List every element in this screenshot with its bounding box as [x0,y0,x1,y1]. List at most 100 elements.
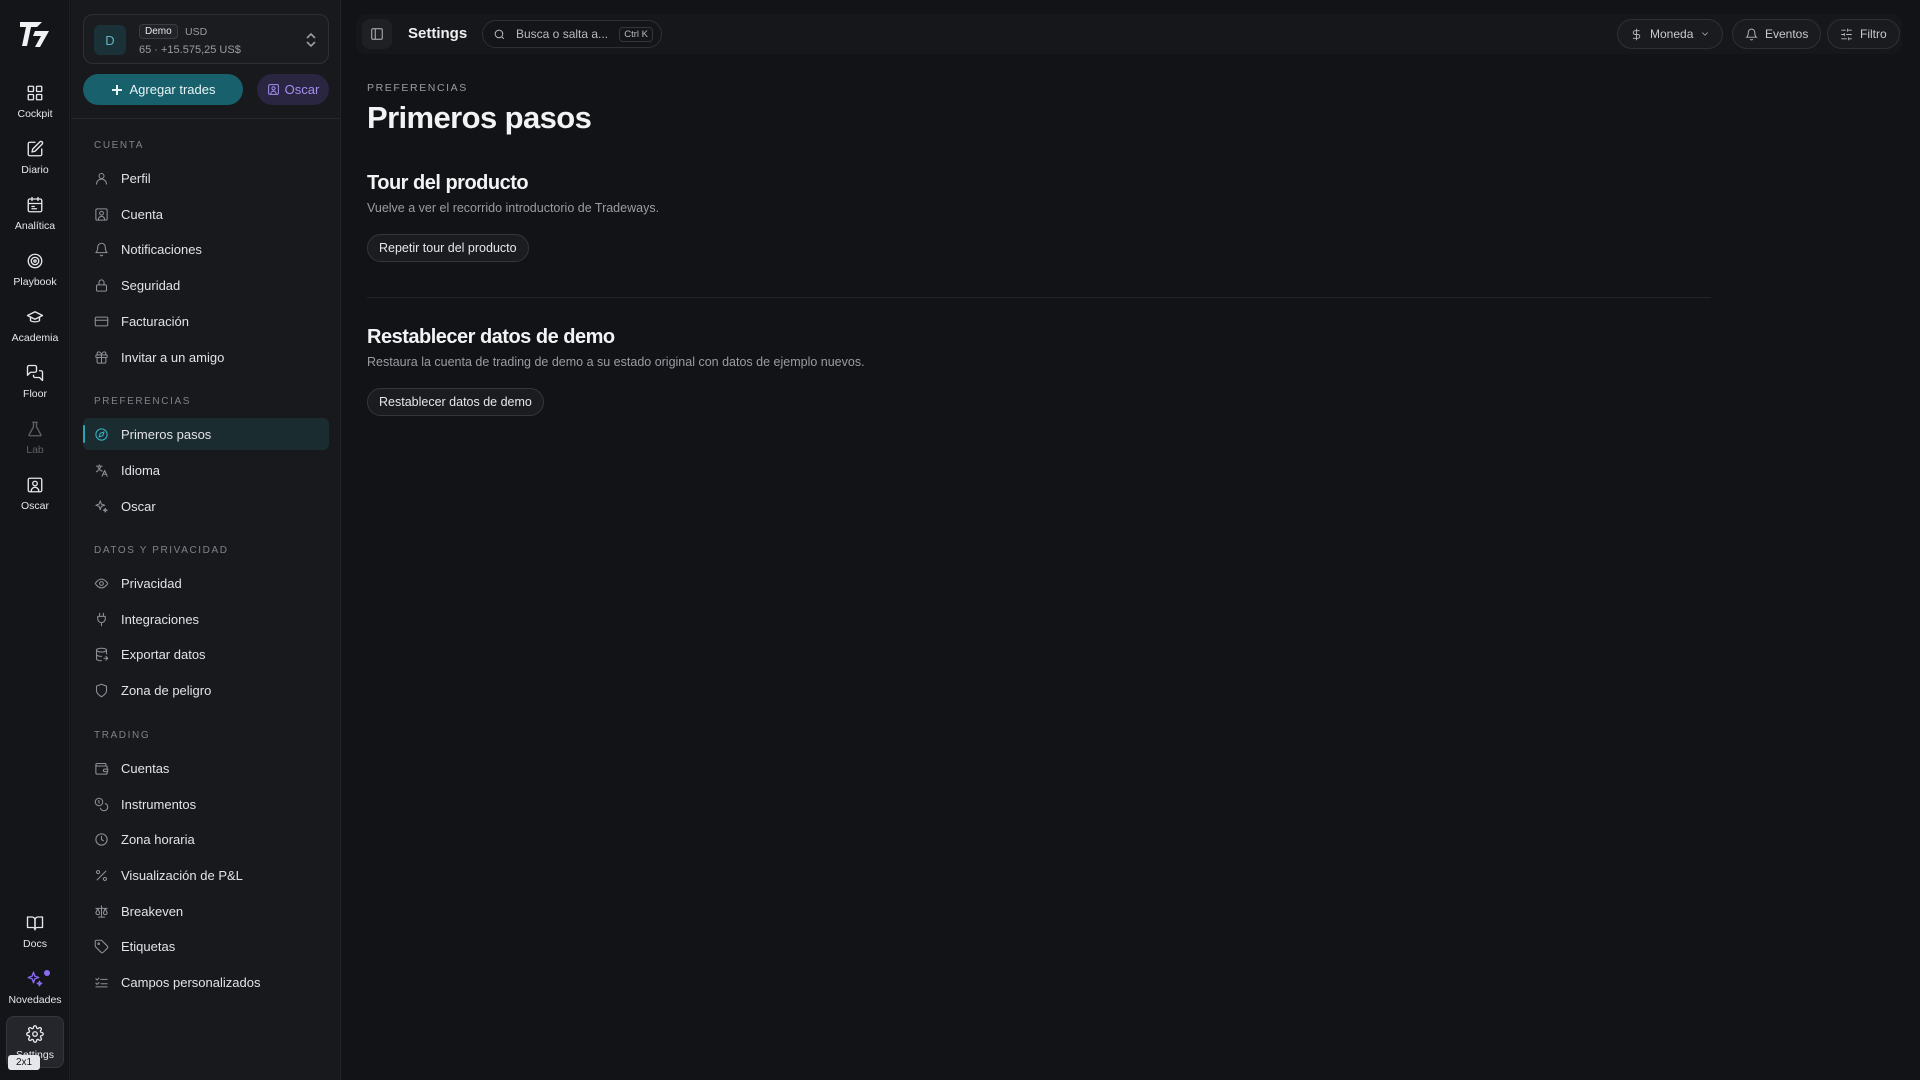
nav-zona-peligro[interactable]: Zona de peligro [83,674,329,706]
currency-dropdown[interactable]: Moneda [1617,19,1724,49]
rail-analitica[interactable]: Analítica [6,188,64,240]
flask-icon [28,421,42,437]
scale-icon [95,904,108,918]
account-summary: 65 · +15.575,25 US$ [139,44,241,56]
nav-instrumentos[interactable]: Instrumentos [83,788,329,820]
nav-idioma[interactable]: Idioma [83,454,329,486]
section-title-datos-privacidad: DATOS Y PRIVACIDAD [94,545,229,556]
chat-bubbles-icon [26,364,44,382]
book-icon [26,916,44,931]
add-trades-button[interactable]: Agregar trades [83,74,243,105]
nav-invitar-amigo[interactable]: Invitar a un amigo [83,341,329,373]
nav-label: Facturación [121,313,189,329]
nav-perfil[interactable]: Perfil [83,162,329,194]
rail-label: Oscar [20,500,49,512]
gift-icon [95,350,108,364]
search-input[interactable]: Busca o salta a... Ctrl K [482,20,662,48]
nav-exportar-datos[interactable]: Exportar datos [83,638,329,670]
oscar-button[interactable]: Oscar [257,74,329,105]
section-title-preferencias: PREFERENCIAS [94,396,191,407]
user-card-icon [27,477,43,493]
chevron-down-icon [1702,32,1709,36]
rail-label: Novedades [8,994,62,1006]
sidebar-toggle-button[interactable] [362,19,392,49]
account-avatar: D [94,25,126,55]
dashboard-grid-icon [27,85,43,101]
rail-floor[interactable]: Floor [6,356,64,408]
nav-visualizacion-pl[interactable]: Visualización de P&L [83,859,329,891]
rail-cockpit[interactable]: Cockpit [6,76,64,128]
coins-icon [94,797,109,811]
section-divider [367,297,1711,298]
list-checks-icon [95,977,108,987]
nav-label: Cuenta [121,206,163,222]
rail-oscar[interactable]: Oscar [6,468,64,520]
rail-docs[interactable]: Docs [6,906,64,958]
bell-icon [1745,28,1758,40]
panel-left-icon [371,28,383,40]
search-placeholder: Busca o salta a... [516,27,609,41]
nav-etiquetas[interactable]: Etiquetas [83,930,329,962]
nav-label: Perfil [121,170,151,186]
nav-label: Seguridad [121,277,181,293]
tradeways-logo[interactable] [18,18,52,50]
nav-breakeven[interactable]: Breakeven [83,895,329,927]
shortcut-hint: 2x1 [8,1055,41,1070]
nav-privacidad[interactable]: Privacidad [83,567,329,599]
nav-label: Etiquetas [121,938,176,954]
settings-sidebar: D Demo USD 65 · +15.575,25 US$ Agregar t… [71,0,341,1080]
nav-campos-personalizados[interactable]: Campos personalizados [83,966,329,998]
tour-section-title: Tour del producto [367,172,529,194]
nav-primeros-pasos[interactable]: Primeros pasos [83,418,329,450]
percent-icon [95,869,108,881]
shield-icon [95,683,108,697]
plug-icon [97,612,106,626]
rail-label: Analítica [14,220,56,232]
rail-label: Playbook [13,276,57,288]
filter-button[interactable]: Filtro [1827,19,1900,49]
nav-label: Breakeven [121,903,184,919]
rail-lab[interactable]: Lab [6,412,64,464]
nav-label: Primeros pasos [121,426,212,442]
nav-cuenta[interactable]: Cuenta [83,198,329,230]
rail-label: Academia [11,332,59,344]
chevron-up-down-icon [306,32,316,48]
nav-label: Zona horaria [121,831,195,847]
reset-section-description: Restaura la cuenta de trading de demo a … [367,355,865,369]
nav-label: Integraciones [121,611,200,627]
search-icon [494,29,505,39]
nav-facturacion[interactable]: Facturación [83,305,329,337]
reset-demo-button[interactable]: Restablecer datos de demo [367,388,544,416]
nav-label: Cuentas [121,760,170,776]
nav-zona-horaria[interactable]: Zona horaria [83,823,329,855]
nav-oscar[interactable]: Oscar [83,490,329,522]
repeat-tour-button[interactable]: Repetir tour del producto [367,234,529,262]
graduation-cap-icon [26,311,44,323]
nav-label: Instrumentos [121,796,197,812]
user-card-icon [267,84,279,95]
rail-label: Floor [23,388,47,400]
sliders-icon [1841,28,1852,40]
rail-academia[interactable]: Academia [6,300,64,352]
rail-novedades[interactable]: Novedades [6,962,64,1014]
rail-diario[interactable]: Diario [6,132,64,184]
nav-label: Invitar a un amigo [121,349,225,365]
clock-icon [95,832,108,846]
nav-cuentas[interactable]: Cuentas [83,752,329,784]
journal-edit-icon [27,140,44,157]
nav-label: Exportar datos [121,646,206,662]
search-shortcut: Ctrl K [619,27,653,42]
account-currency: USD [185,26,208,38]
events-button[interactable]: Eventos [1732,19,1822,49]
gear-icon [26,1025,44,1043]
tag-icon [94,939,109,953]
account-switcher[interactable]: D Demo USD 65 · +15.575,25 US$ [83,14,329,64]
user-icon [95,172,108,185]
nav-notificaciones[interactable]: Notificaciones [83,233,329,265]
nav-integraciones[interactable]: Integraciones [83,603,329,635]
nav-label: Campos personalizados [121,974,261,990]
tour-section-description: Vuelve a ver el recorrido introductorio … [367,201,660,215]
nav-seguridad[interactable]: Seguridad [83,269,329,301]
rail-playbook[interactable]: Playbook [6,244,64,296]
compass-icon [95,427,108,441]
